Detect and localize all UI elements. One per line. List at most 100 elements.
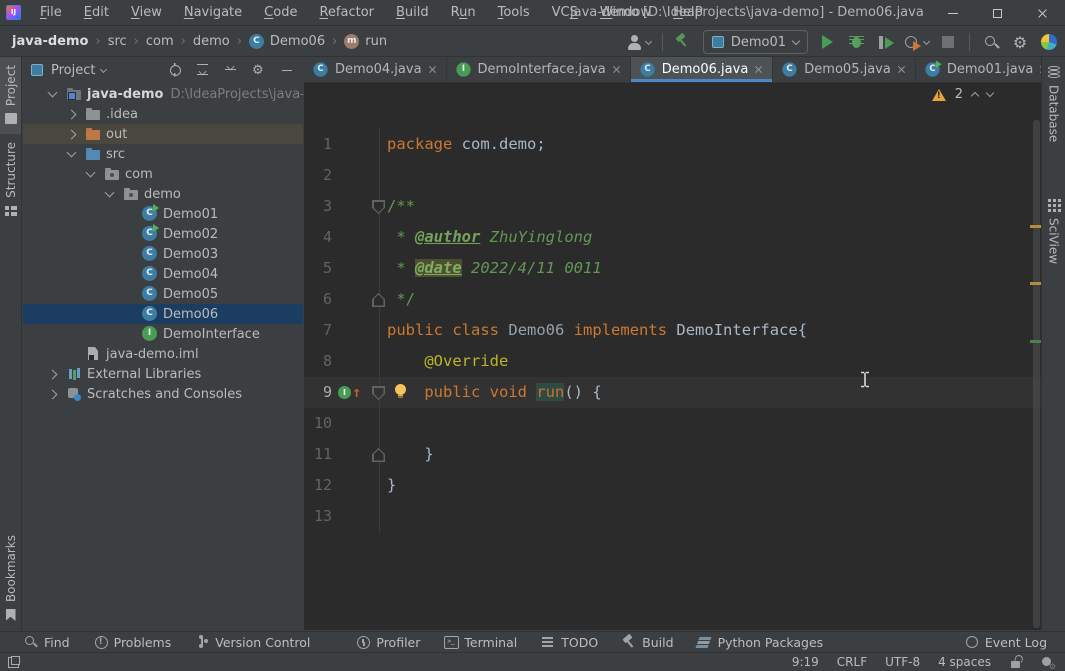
menu-file[interactable]: File bbox=[31, 2, 71, 23]
tree-row-external-libraries[interactable]: External Libraries bbox=[23, 364, 303, 384]
toolwindow-button-todo[interactable]: TODO bbox=[541, 635, 598, 650]
tab-demo04-java[interactable]: C Demo04.java bbox=[304, 57, 447, 82]
code-line-13[interactable]: 13 bbox=[304, 501, 1041, 532]
toolwindow-button-problems[interactable]: Problems bbox=[94, 635, 172, 650]
breadcrumb-item-java-demo[interactable]: java-demo bbox=[12, 34, 88, 49]
menu-code[interactable]: Code bbox=[255, 2, 306, 23]
toolwindow-button-find[interactable]: Find bbox=[24, 635, 70, 650]
tab-demo05-java[interactable]: C Demo05.java bbox=[773, 57, 916, 82]
tree-row-demo05[interactable]: C Demo05 bbox=[23, 284, 303, 304]
code-line-8[interactable]: 8 @Override bbox=[304, 346, 1041, 377]
breadcrumb-item-demo[interactable]: demo bbox=[193, 34, 230, 49]
code-line-7[interactable]: 7 public class Demo06 implements DemoInte… bbox=[304, 315, 1041, 346]
line-number[interactable]: 13 bbox=[304, 501, 332, 532]
breadcrumb-item-src[interactable]: src bbox=[108, 34, 127, 49]
close-tab-icon[interactable] bbox=[612, 65, 621, 74]
line-number[interactable]: 8 bbox=[304, 346, 332, 377]
implementing-method-icon[interactable]: I bbox=[338, 386, 351, 399]
toolwindow-button-event-log[interactable]: Event Log bbox=[965, 635, 1047, 650]
line-separator[interactable]: CRLF bbox=[837, 655, 867, 669]
tree-row-demo01[interactable]: C Demo01 bbox=[23, 204, 303, 224]
breadcrumb-item-run[interactable]: m run bbox=[344, 33, 387, 50]
editor-area[interactable]: 1 package com.demo; 2 3/** 4 * @author ZhuYi… bbox=[304, 57, 1041, 630]
stripe-button-sciview[interactable]: SciView bbox=[1042, 190, 1065, 272]
menu-build[interactable]: Build bbox=[387, 2, 438, 23]
menu-view[interactable]: View bbox=[122, 2, 171, 23]
chevron-down-icon[interactable] bbox=[100, 65, 108, 73]
stripe-button-bookmarks[interactable]: Bookmarks bbox=[0, 527, 21, 630]
close-button[interactable] bbox=[1020, 0, 1065, 26]
code-line-6[interactable]: 6 */ bbox=[304, 284, 1041, 315]
plugin-sphere-button[interactable] bbox=[1039, 30, 1059, 54]
chevron-down-icon[interactable] bbox=[47, 87, 58, 98]
run-with-coverage-button[interactable] bbox=[875, 30, 895, 54]
line-number[interactable]: 1 bbox=[304, 129, 332, 160]
profiler-button[interactable] bbox=[904, 30, 931, 54]
hide-panel-icon[interactable] bbox=[280, 63, 295, 78]
chevron-down-icon[interactable] bbox=[85, 167, 96, 178]
file-encoding[interactable]: UTF-8 bbox=[885, 655, 920, 669]
chevron-right-icon[interactable] bbox=[47, 389, 58, 399]
code-line-2[interactable]: 2 bbox=[304, 160, 1041, 191]
tree-row-java-demo-iml[interactable]: java-demo.iml bbox=[23, 344, 303, 364]
toolwindow-button-profiler[interactable]: Profiler bbox=[356, 635, 420, 650]
tree-row-src[interactable]: src bbox=[23, 144, 303, 164]
tree-row-demo[interactable]: demo bbox=[23, 184, 303, 204]
line-number[interactable]: 11 bbox=[304, 439, 332, 470]
tool-window-switcher-icon[interactable] bbox=[8, 656, 20, 668]
menu-refactor[interactable]: Refactor bbox=[310, 2, 383, 23]
caret-position[interactable]: 9:19 bbox=[792, 655, 819, 669]
close-tab-icon[interactable] bbox=[1039, 65, 1041, 74]
line-number[interactable]: 4 bbox=[304, 222, 332, 253]
chevron-right-icon[interactable] bbox=[66, 129, 77, 139]
settings-button[interactable]: ⚙ bbox=[1010, 30, 1030, 54]
code-line-12[interactable]: 12} bbox=[304, 470, 1041, 501]
project-panel-title[interactable]: Project bbox=[51, 63, 95, 78]
code-editor[interactable]: 1 package com.demo; 2 3/** 4 * @author ZhuYi… bbox=[304, 57, 1041, 630]
tree-row-demo04[interactable]: C Demo04 bbox=[23, 264, 303, 284]
fold-end-icon[interactable] bbox=[372, 448, 385, 462]
tree-row-demo06[interactable]: C Demo06 bbox=[23, 304, 303, 324]
line-number[interactable]: 9 bbox=[304, 377, 332, 408]
tree-row-demo03[interactable]: C Demo03 bbox=[23, 244, 303, 264]
code-line-11[interactable]: 11 } bbox=[304, 439, 1041, 470]
tree-row-demointerface[interactable]: I DemoInterface bbox=[23, 324, 303, 344]
locate-file-icon[interactable] bbox=[168, 63, 183, 78]
collapse-all-icon[interactable] bbox=[224, 63, 239, 78]
toolwindow-button-python-packages[interactable]: Python Packages bbox=[698, 635, 824, 650]
stop-button[interactable] bbox=[938, 30, 958, 54]
fold-end-icon[interactable] bbox=[372, 293, 385, 307]
previous-problem-icon[interactable] bbox=[970, 91, 980, 101]
code-line-10[interactable]: 10 bbox=[304, 408, 1041, 439]
menu-edit[interactable]: Edit bbox=[75, 2, 118, 23]
close-tab-icon[interactable] bbox=[428, 65, 437, 74]
warning-stripe-mark[interactable] bbox=[1030, 225, 1041, 228]
line-number[interactable]: 3 bbox=[304, 191, 332, 222]
line-number[interactable]: 5 bbox=[304, 253, 332, 284]
minimize-button[interactable] bbox=[930, 0, 975, 26]
debug-button[interactable] bbox=[846, 30, 866, 54]
code-line-9[interactable]: 9 I ↑ public void run() { bbox=[304, 377, 1041, 408]
run-button[interactable] bbox=[817, 30, 837, 54]
toolwindow-button-terminal[interactable]: Terminal bbox=[444, 635, 517, 650]
toolwindow-button-build[interactable]: Build bbox=[622, 635, 673, 650]
breadcrumb-item-demo06[interactable]: C Demo06 bbox=[248, 33, 325, 50]
stripe-button-structure[interactable]: Structure bbox=[0, 134, 21, 226]
indent-setting[interactable]: 4 spaces bbox=[938, 655, 991, 669]
line-number[interactable]: 6 bbox=[304, 284, 332, 315]
build-project-button[interactable] bbox=[674, 30, 694, 54]
code-line-4[interactable]: 4 * @author ZhuYinglong bbox=[304, 222, 1041, 253]
tab-demo01-java[interactable]: C Demo01.java bbox=[916, 57, 1041, 82]
menu-run[interactable]: Run bbox=[442, 2, 485, 23]
stripe-button-database[interactable]: Database bbox=[1042, 57, 1065, 150]
highlight-stripe-mark[interactable] bbox=[1030, 340, 1041, 343]
maximize-button[interactable] bbox=[975, 0, 1020, 26]
breadcrumb-item-com[interactable]: com bbox=[146, 34, 174, 49]
next-problem-icon[interactable] bbox=[985, 88, 995, 98]
warning-stripe-mark[interactable] bbox=[1030, 282, 1041, 285]
toolwindow-button-version-control[interactable]: Version Control bbox=[195, 635, 310, 650]
line-number[interactable]: 12 bbox=[304, 470, 332, 501]
gear-icon[interactable]: ⚙ bbox=[252, 63, 267, 78]
tree-row-java-demo[interactable]: java-demo D:\IdeaProjects\java-demo bbox=[23, 84, 303, 104]
chevron-down-icon[interactable] bbox=[104, 187, 115, 198]
